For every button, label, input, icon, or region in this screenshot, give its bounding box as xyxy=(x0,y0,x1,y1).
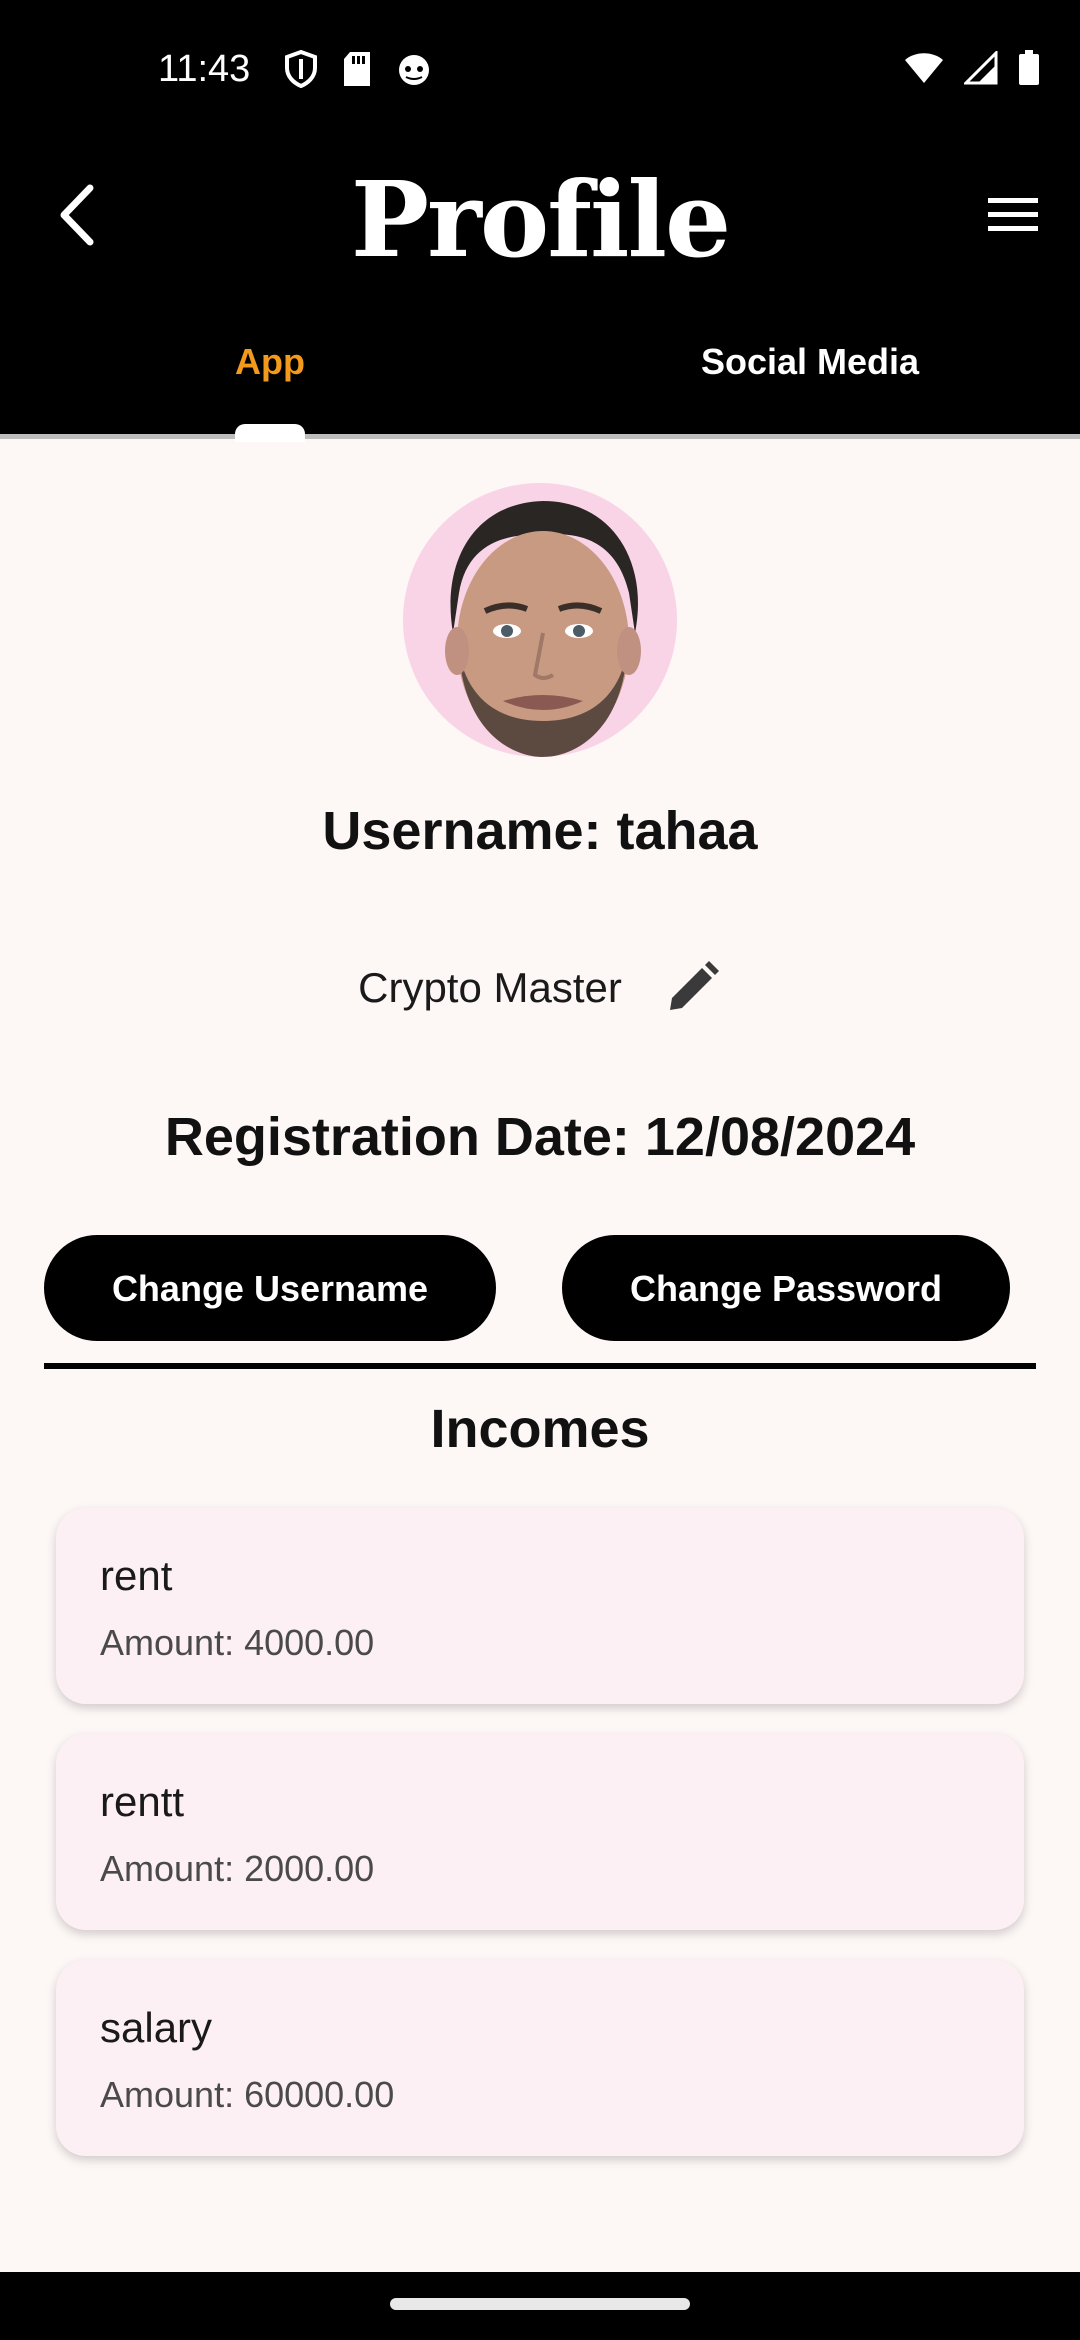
tab-indicator xyxy=(235,424,305,442)
home-gesture-handle[interactable] xyxy=(390,2298,690,2310)
income-amount: Amount: 4000.00 xyxy=(100,1622,375,1663)
cat-face-icon xyxy=(399,55,429,85)
income-name: salary xyxy=(100,2004,213,2051)
menu-button[interactable] xyxy=(984,190,1042,240)
tab-social-media[interactable]: Social Media xyxy=(540,290,1080,434)
status-time: 11:43 xyxy=(158,48,251,90)
change-username-button[interactable]: Change Username xyxy=(44,1235,496,1341)
profile-photo-face xyxy=(445,501,641,757)
income-name: rent xyxy=(100,1552,173,1599)
app-bar: Profile xyxy=(0,140,1080,290)
income-card[interactable]: rentt Amount: 2000.00 xyxy=(56,1734,1024,1930)
income-amount: Amount: 60000.00 xyxy=(100,2074,395,2115)
tab-app[interactable]: App xyxy=(0,290,540,434)
income-card[interactable]: salary Amount: 60000.00 xyxy=(56,1960,1024,2156)
username-text: Username: tahaa xyxy=(322,801,758,861)
battery-icon xyxy=(1019,50,1039,85)
status-icons-left xyxy=(284,50,432,88)
edit-title-button[interactable] xyxy=(662,958,722,1018)
pencil-icon xyxy=(669,961,719,1010)
page-title: Profile xyxy=(350,158,731,281)
user-title-row: Crypto Master xyxy=(0,958,1080,1018)
sd-card-icon xyxy=(344,52,370,86)
section-divider xyxy=(44,1363,1036,1369)
signal-icon xyxy=(964,51,998,85)
user-title: Crypto Master xyxy=(358,964,622,1011)
status-icons-right xyxy=(904,50,1040,86)
income-amount: Amount: 2000.00 xyxy=(100,1848,375,1889)
shield-icon xyxy=(285,50,317,88)
registration-date: Registration Date: 12/08/2024 xyxy=(164,1107,916,1167)
change-password-button[interactable]: Change Password xyxy=(562,1235,1010,1341)
avatar xyxy=(403,483,677,757)
incomes-title: Incomes xyxy=(430,1399,650,1459)
hamburger-menu-icon xyxy=(988,198,1038,231)
income-card[interactable]: rent Amount: 4000.00 xyxy=(56,1508,1024,1704)
income-name: rentt xyxy=(100,1778,185,1825)
tabs-divider xyxy=(0,434,1080,439)
tab-bar: App Social Media xyxy=(0,290,1080,438)
wifi-icon xyxy=(905,53,943,83)
status-bar: 11:43 xyxy=(0,0,1080,140)
